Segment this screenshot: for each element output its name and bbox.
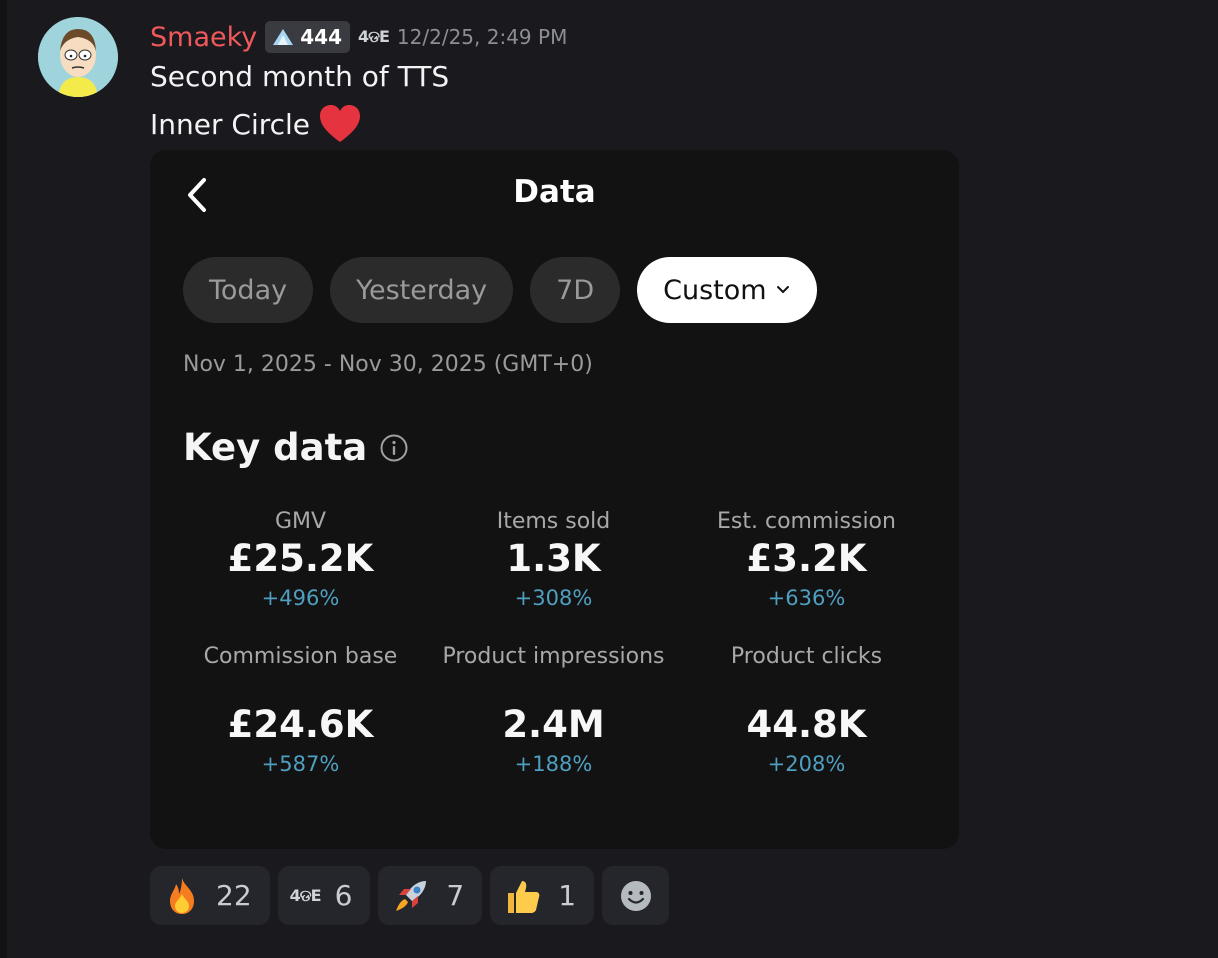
metric-change: +188%	[514, 752, 593, 776]
metric-label: Commission base	[203, 644, 398, 669]
metric-value: 2.4M	[502, 703, 605, 746]
username[interactable]: Smaeky	[150, 22, 257, 53]
tab-today[interactable]: Today	[183, 257, 314, 323]
rocket-icon	[396, 880, 427, 911]
card-title: Data	[513, 174, 596, 210]
metric-value: £3.2K	[746, 537, 867, 580]
reaction-count: 6	[334, 879, 353, 912]
metric-est-commission: Est. commission £3.2K +636%	[680, 506, 933, 615]
metric-change: +496%	[261, 586, 340, 610]
metric-product-clicks: Product clicks 44.8K +208%	[680, 641, 933, 781]
date-filter-tabs: Today Yesterday 7D Custom	[183, 257, 817, 323]
metric-label: Items sold	[496, 509, 611, 534]
metric-change: +636%	[767, 586, 846, 610]
role-tag[interactable]: 444	[265, 21, 350, 53]
metric-change: +208%	[767, 752, 846, 776]
message-text-line: Inner Circle	[150, 104, 362, 144]
message-header: Smaeky 444 4ଡE 12/2/25, 2:49 PM	[150, 18, 567, 56]
fire-icon	[170, 877, 194, 914]
tag-count: 444	[300, 25, 342, 49]
metric-value: £24.6K	[227, 703, 374, 746]
add-reaction-button[interactable]	[602, 866, 670, 925]
avatar[interactable]	[38, 17, 118, 97]
red-heart-icon	[320, 105, 361, 142]
metric-value: 44.8K	[746, 703, 867, 746]
timestamp: 12/2/25, 2:49 PM	[396, 25, 568, 49]
metric-value: 1.3K	[506, 537, 601, 580]
reaction-bar: 22 4ଡE 6 7 1	[150, 866, 670, 925]
server-tag-icon: 4ଡE	[358, 27, 390, 46]
message-text-line: Second month of TTS	[150, 60, 450, 93]
reaction-count: 7	[446, 879, 465, 912]
metric-items-sold: Items sold 1.3K +308%	[427, 506, 680, 615]
metric-change: +587%	[261, 752, 340, 776]
reaction-count: 1	[558, 879, 577, 912]
reaction-fire[interactable]: 22	[150, 866, 270, 925]
metric-gmv: GMV £25.2K +496%	[174, 506, 427, 615]
section-title: Key data	[183, 426, 368, 469]
tab-custom-label: Custom	[663, 274, 767, 306]
metric-label: Product clicks	[730, 644, 883, 669]
metric-commission-base: Commission base £24.6K +587%	[174, 641, 427, 781]
metric-label: Product impressions	[442, 644, 665, 669]
smiley-add-reaction-icon	[620, 880, 651, 911]
reaction-server-emoji[interactable]: 4ଡE 6	[277, 866, 371, 925]
metrics-grid: GMV £25.2K +496% Items sold 1.3K +308% E…	[174, 506, 934, 781]
avatar-cartoon-icon	[38, 17, 118, 97]
tab-7d[interactable]: 7D	[530, 257, 621, 323]
metric-label: Est. commission	[717, 509, 896, 534]
metric-label: GMV	[274, 509, 327, 534]
server-emoji-icon: 4ଡE	[289, 885, 322, 905]
tab-yesterday[interactable]: Yesterday	[330, 257, 514, 323]
reaction-thumbs-up[interactable]: 1	[490, 866, 595, 925]
attached-screenshot[interactable]: Data Today Yesterday 7D Custom Nov 1, 20…	[150, 150, 959, 849]
channel-edge	[0, 0, 7, 958]
date-range: Nov 1, 2025 - Nov 30, 2025 (GMT+0)	[183, 352, 593, 377]
message-text: Inner Circle	[150, 107, 311, 141]
reaction-rocket[interactable]: 7	[378, 866, 483, 925]
info-icon[interactable]	[379, 433, 409, 463]
chevron-down-icon	[776, 286, 789, 294]
section-header: Key data	[183, 426, 409, 469]
metric-value: £25.2K	[227, 537, 374, 580]
reaction-count: 22	[216, 879, 252, 912]
metric-change: +308%	[514, 586, 593, 610]
tab-custom[interactable]: Custom	[637, 257, 817, 323]
metric-product-impressions: Product impressions 2.4M +188%	[427, 641, 680, 781]
badge-icon	[273, 29, 294, 45]
thumbs-up-icon	[508, 880, 540, 913]
